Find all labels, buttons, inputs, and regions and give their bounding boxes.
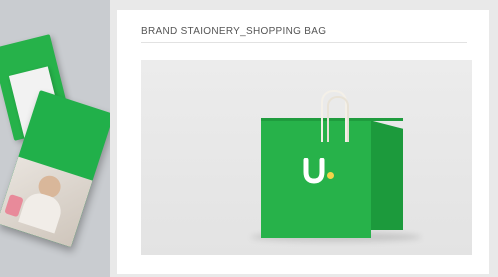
brochure-title xyxy=(48,122,96,137)
brand-u-logo-icon xyxy=(303,158,325,184)
bag-handle-back xyxy=(327,96,349,142)
bag-side-panel xyxy=(369,120,403,230)
shopping-bag-photo xyxy=(141,60,472,255)
brochure-photo xyxy=(0,156,93,248)
logo-dot-icon xyxy=(327,172,334,179)
page-title: BRAND STAIONERY_SHOPPING BAG xyxy=(141,26,327,37)
main-panel: BRAND STAIONERY_SHOPPING BAG xyxy=(117,10,489,274)
person-body xyxy=(18,189,65,234)
title-divider xyxy=(141,42,467,43)
brochure-mockup-panel xyxy=(0,0,110,277)
